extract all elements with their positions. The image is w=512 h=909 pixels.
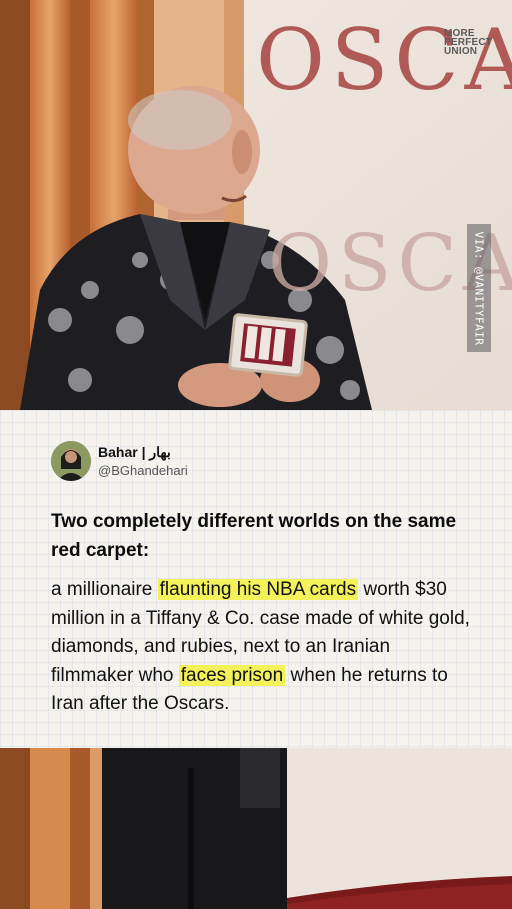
tweet-highlight: flaunting his NBA cards xyxy=(157,579,359,600)
display-name[interactable]: Bahar | بهار xyxy=(98,444,171,461)
avatar[interactable] xyxy=(51,441,91,481)
user-handle[interactable]: @BGhandehari xyxy=(98,463,188,478)
red-carpet-photo-bottom xyxy=(0,748,512,909)
tweet-headline: Two completely different worlds on the s… xyxy=(51,511,457,561)
avatar-image xyxy=(51,441,91,481)
tweet-card: Bahar | بهار @BGhandehari Two completely… xyxy=(0,410,512,748)
tweet-text: a millionaire xyxy=(51,579,158,600)
photo-illustration-bottom xyxy=(0,748,512,909)
photo-credit-label: VIA: @VANITYFAIR xyxy=(472,231,486,345)
more-perfect-union-logo: MORE PERFECT UNION xyxy=(444,28,493,57)
photo-credit: VIA: @VANITYFAIR xyxy=(467,224,491,352)
tweet-body: a millionaire flaunting his NBA cards wo… xyxy=(51,576,471,719)
red-carpet-photo: OSCA OSCA MORE PERFECT UNION VIA: @VANIT… xyxy=(0,0,512,410)
tweet-highlight: faces prison xyxy=(178,664,286,686)
